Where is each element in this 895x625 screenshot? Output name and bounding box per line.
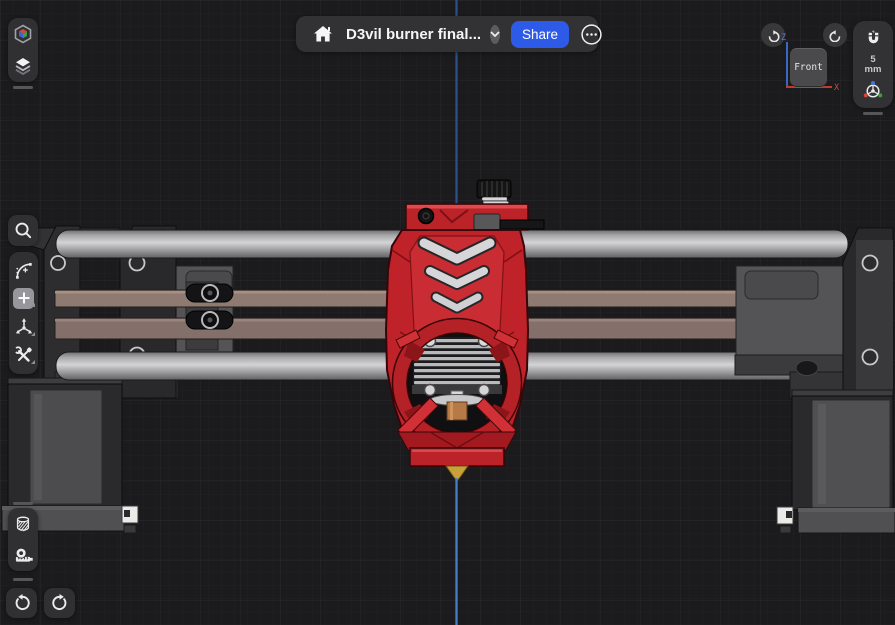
scene-panel (8, 18, 38, 82)
submenu-indicator (31, 332, 35, 337)
viewcube-x-label: X (834, 83, 840, 93)
move-tool[interactable] (9, 316, 38, 338)
rotate-view-ccw-button[interactable] (823, 23, 847, 47)
more-options-icon[interactable] (580, 23, 603, 46)
rotate-cw-icon (768, 29, 779, 42)
zoom-search-button[interactable] (8, 215, 38, 246)
orientation-gimbal-icon[interactable] (862, 80, 884, 101)
snap-panel: 5 mm (853, 21, 893, 108)
model-toolhead[interactable] (384, 179, 545, 482)
viewcube-z-label: Z (781, 33, 787, 43)
items-icon[interactable] (13, 24, 33, 44)
search-icon (15, 222, 31, 239)
submenu-indicator (31, 302, 35, 307)
add-tool[interactable] (9, 287, 38, 309)
appearance-icon[interactable] (13, 514, 33, 535)
display-panel (8, 508, 38, 571)
submenu-indicator (31, 360, 35, 365)
home-icon[interactable] (312, 24, 334, 44)
measure-icon[interactable] (13, 546, 34, 565)
view-cube[interactable]: Front (790, 48, 827, 87)
app-window: D3vil burner final... Share Z X Front 5 … (0, 0, 895, 625)
rotate-ccw-icon (829, 29, 840, 42)
sketch-arc-icon (16, 262, 32, 279)
redo-button[interactable] (44, 588, 75, 618)
panel-resize-handle[interactable] (863, 112, 883, 115)
viewport-canvas[interactable] (0, 0, 895, 625)
layers-icon[interactable] (13, 56, 33, 76)
snap-grid-value[interactable]: 5 mm (865, 54, 882, 75)
share-button[interactable]: Share (511, 20, 570, 48)
add-icon (18, 292, 29, 304)
tools-panel (9, 252, 38, 374)
modify-tools[interactable] (9, 345, 38, 366)
panel-resize-handle[interactable] (13, 86, 33, 89)
sketch-arc-tool[interactable] (9, 260, 38, 281)
viewcube-z-axis (786, 42, 788, 86)
undo-button[interactable] (6, 588, 37, 618)
panel-resize-handle[interactable] (13, 502, 33, 505)
panel-resize-handle[interactable] (13, 578, 33, 581)
document-title[interactable]: D3vil burner final... (346, 26, 481, 43)
undo-icon (15, 594, 30, 611)
redo-icon (51, 594, 66, 611)
view-cube-face-label: Front (794, 62, 823, 73)
magnet-snap-icon[interactable] (863, 28, 884, 49)
chevron-down-icon[interactable] (490, 24, 501, 44)
document-toolbar: D3vil burner final... Share (296, 16, 602, 52)
